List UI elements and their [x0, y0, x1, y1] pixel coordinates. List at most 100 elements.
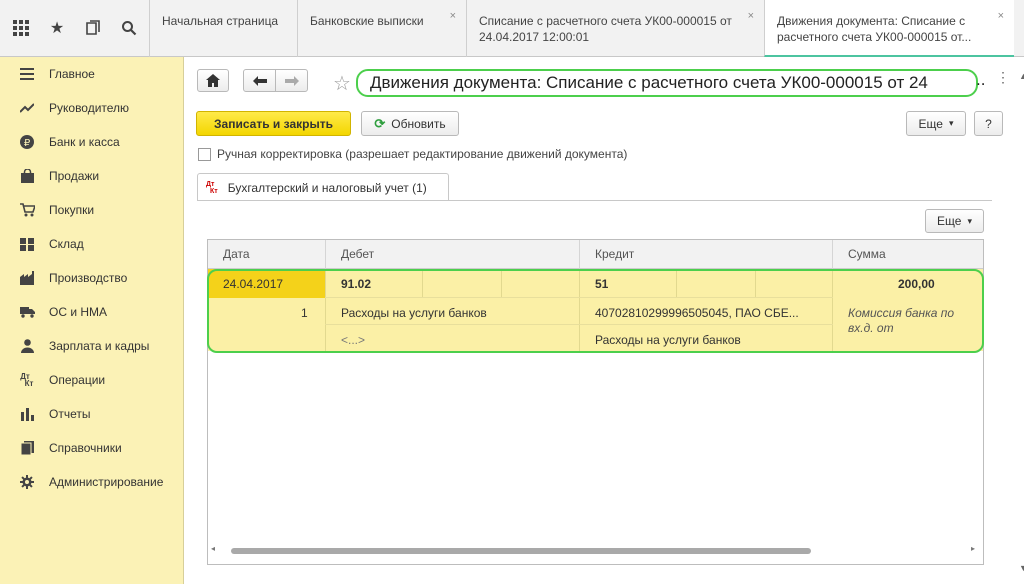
tab-write-off-document[interactable]: Списание с расчетного счета УК00-000015 …	[466, 0, 764, 57]
scrollbar-thumb[interactable]	[231, 548, 811, 554]
bar-chart-icon	[19, 406, 35, 422]
sidebar-item-purchases[interactable]: Покупки	[0, 195, 184, 225]
back-button[interactable]	[243, 69, 276, 92]
sidebar-item-label: Отчеты	[49, 407, 91, 421]
refresh-icon: ⟳	[374, 115, 386, 131]
tab-label: Списание с расчетного счета УК00-000015 …	[479, 14, 732, 44]
sidebar-item-operations[interactable]: Дт Кт Операции	[0, 365, 184, 395]
factory-icon	[19, 270, 35, 286]
person-icon	[19, 338, 35, 354]
tab-label: Движения документа: Списание с расчетног…	[777, 14, 972, 44]
sidebar-item-label: Руководителю	[49, 101, 130, 115]
column-header-amount[interactable]: Сумма	[833, 240, 983, 269]
sidebar-item-sales[interactable]: Продажи	[0, 161, 184, 191]
gear-icon	[19, 474, 35, 490]
table-more-button[interactable]: Еще ▾	[925, 209, 984, 233]
sidebar-item-label: Зарплата и кадры	[49, 339, 150, 353]
ruble-icon: ₽	[19, 134, 35, 150]
tab-accounting[interactable]: Дт Кт Бухгалтерский и налоговый учет (1)	[197, 173, 449, 201]
svg-text:₽: ₽	[24, 138, 31, 149]
scroll-right-icon[interactable]: ▸	[971, 544, 975, 553]
sidebar-item-administration[interactable]: Администрирование	[0, 467, 184, 497]
home-button[interactable]	[197, 69, 229, 92]
close-icon[interactable]: ×	[998, 8, 1004, 24]
arrow-left-icon	[252, 75, 267, 86]
main-content: ☆ Движения документа: Списание с расчетн…	[185, 57, 1024, 584]
tab-label: Начальная страница	[162, 14, 279, 28]
warehouse-icon	[19, 236, 35, 252]
header-label: Кредит	[595, 247, 635, 261]
sidebar-item-warehouse[interactable]: Склад	[0, 229, 184, 259]
manual-correction-label: Ручная корректировка (разрешает редактир…	[217, 147, 628, 161]
page-title-text: Движения документа: Списание с расчетног…	[370, 73, 928, 92]
save-and-close-button[interactable]: Записать и закрыть	[196, 111, 351, 136]
scroll-up-icon[interactable]: ▲	[1019, 71, 1024, 81]
apps-grid-icon[interactable]	[10, 17, 32, 39]
home-icon	[206, 74, 220, 87]
top-bar: ★ Начальная страница Банковские выписки …	[0, 0, 1024, 57]
sidebar-item-bank-cash[interactable]: ₽ Банк и касса	[0, 127, 184, 157]
close-icon[interactable]: ×	[748, 8, 754, 24]
page-title: Движения документа: Списание с расчетног…	[356, 69, 978, 97]
forward-button[interactable]	[275, 69, 308, 92]
sidebar-item-label: Покупки	[49, 203, 95, 217]
sidebar-item-production[interactable]: Производство	[0, 263, 184, 293]
refresh-label: Обновить	[391, 116, 446, 131]
sidebar-item-label: Администрирование	[49, 475, 164, 489]
column-header-debit[interactable]: Дебет	[326, 240, 580, 269]
books-icon	[19, 440, 35, 456]
horizontal-scrollbar[interactable]	[207, 548, 962, 554]
dt-label: Дт	[206, 180, 215, 188]
chevron-down-icon: ▾	[948, 118, 954, 128]
dt-kt-icon: Дт Кт	[20, 372, 34, 388]
kt-label: Кт	[210, 187, 218, 195]
sidebar-item-references[interactable]: Справочники	[0, 433, 184, 463]
sidebar-item-label: ОС и НМА	[49, 305, 108, 319]
header-label: Дебет	[341, 247, 375, 261]
sidebar-item-label: Склад	[49, 237, 84, 251]
sidebar-item-label: Продажи	[49, 169, 100, 183]
more-label: Еще	[918, 116, 943, 131]
dt-kt-icon: Дт Кт	[206, 181, 218, 195]
refresh-button[interactable]: ⟳ Обновить	[361, 111, 459, 136]
tab-accounting-label: Бухгалтерский и налоговый учет (1)	[227, 180, 427, 195]
tab-document-movements[interactable]: Движения документа: Списание с расчетног…	[764, 0, 1014, 57]
star-icon[interactable]: ★	[46, 17, 68, 39]
bag-icon	[19, 168, 35, 184]
search-icon[interactable]	[118, 17, 140, 39]
sidebar-item-salary[interactable]: Зарплата и кадры	[0, 331, 184, 361]
tab-home[interactable]: Начальная страница	[149, 0, 297, 57]
sidebar-item-label: Производство	[49, 271, 128, 285]
history-icon[interactable]	[82, 17, 104, 39]
sidebar-item-label: Банк и касса	[49, 135, 120, 149]
close-icon[interactable]: ×	[450, 8, 456, 24]
row-annotation-highlight	[207, 269, 984, 353]
scroll-down-icon[interactable]: ▼	[1019, 563, 1024, 573]
table-more-label: Еще	[937, 214, 962, 228]
top-icons: ★	[0, 0, 149, 56]
truck-icon	[19, 304, 35, 320]
tab-bank-statements[interactable]: Банковские выписки ×	[297, 0, 466, 57]
sidebar-item-fixed-assets[interactable]: ОС и НМА	[0, 297, 184, 327]
sidebar-item-manager[interactable]: Руководителю	[0, 93, 184, 123]
cart-icon	[19, 202, 35, 218]
column-header-credit[interactable]: Кредит	[580, 240, 833, 269]
title-ellipsis: ..	[976, 70, 986, 89]
sidebar-item-reports[interactable]: Отчеты	[0, 399, 184, 429]
more-button[interactable]: Еще ▾	[906, 111, 966, 136]
sidebar: Главное Руководителю ₽ Банк и касса Прод…	[0, 57, 184, 584]
sidebar-item-label: Справочники	[49, 441, 122, 455]
tab-divider	[197, 200, 992, 201]
manual-correction-checkbox[interactable]	[198, 148, 211, 161]
sidebar-item-label: Операции	[49, 373, 106, 387]
trend-icon	[19, 100, 35, 116]
scroll-left-icon[interactable]: ◂	[211, 544, 215, 553]
column-header-date[interactable]: Дата	[208, 240, 326, 269]
sidebar-item-label: Главное	[49, 67, 95, 81]
sidebar-item-main[interactable]: Главное	[0, 59, 184, 89]
favorite-star-icon[interactable]: ☆	[333, 71, 351, 96]
help-button[interactable]: ?	[974, 111, 1003, 136]
menu-icon	[19, 66, 35, 82]
more-actions-icon[interactable]: ⋮	[996, 69, 1010, 86]
header-label: Дата	[223, 247, 250, 261]
